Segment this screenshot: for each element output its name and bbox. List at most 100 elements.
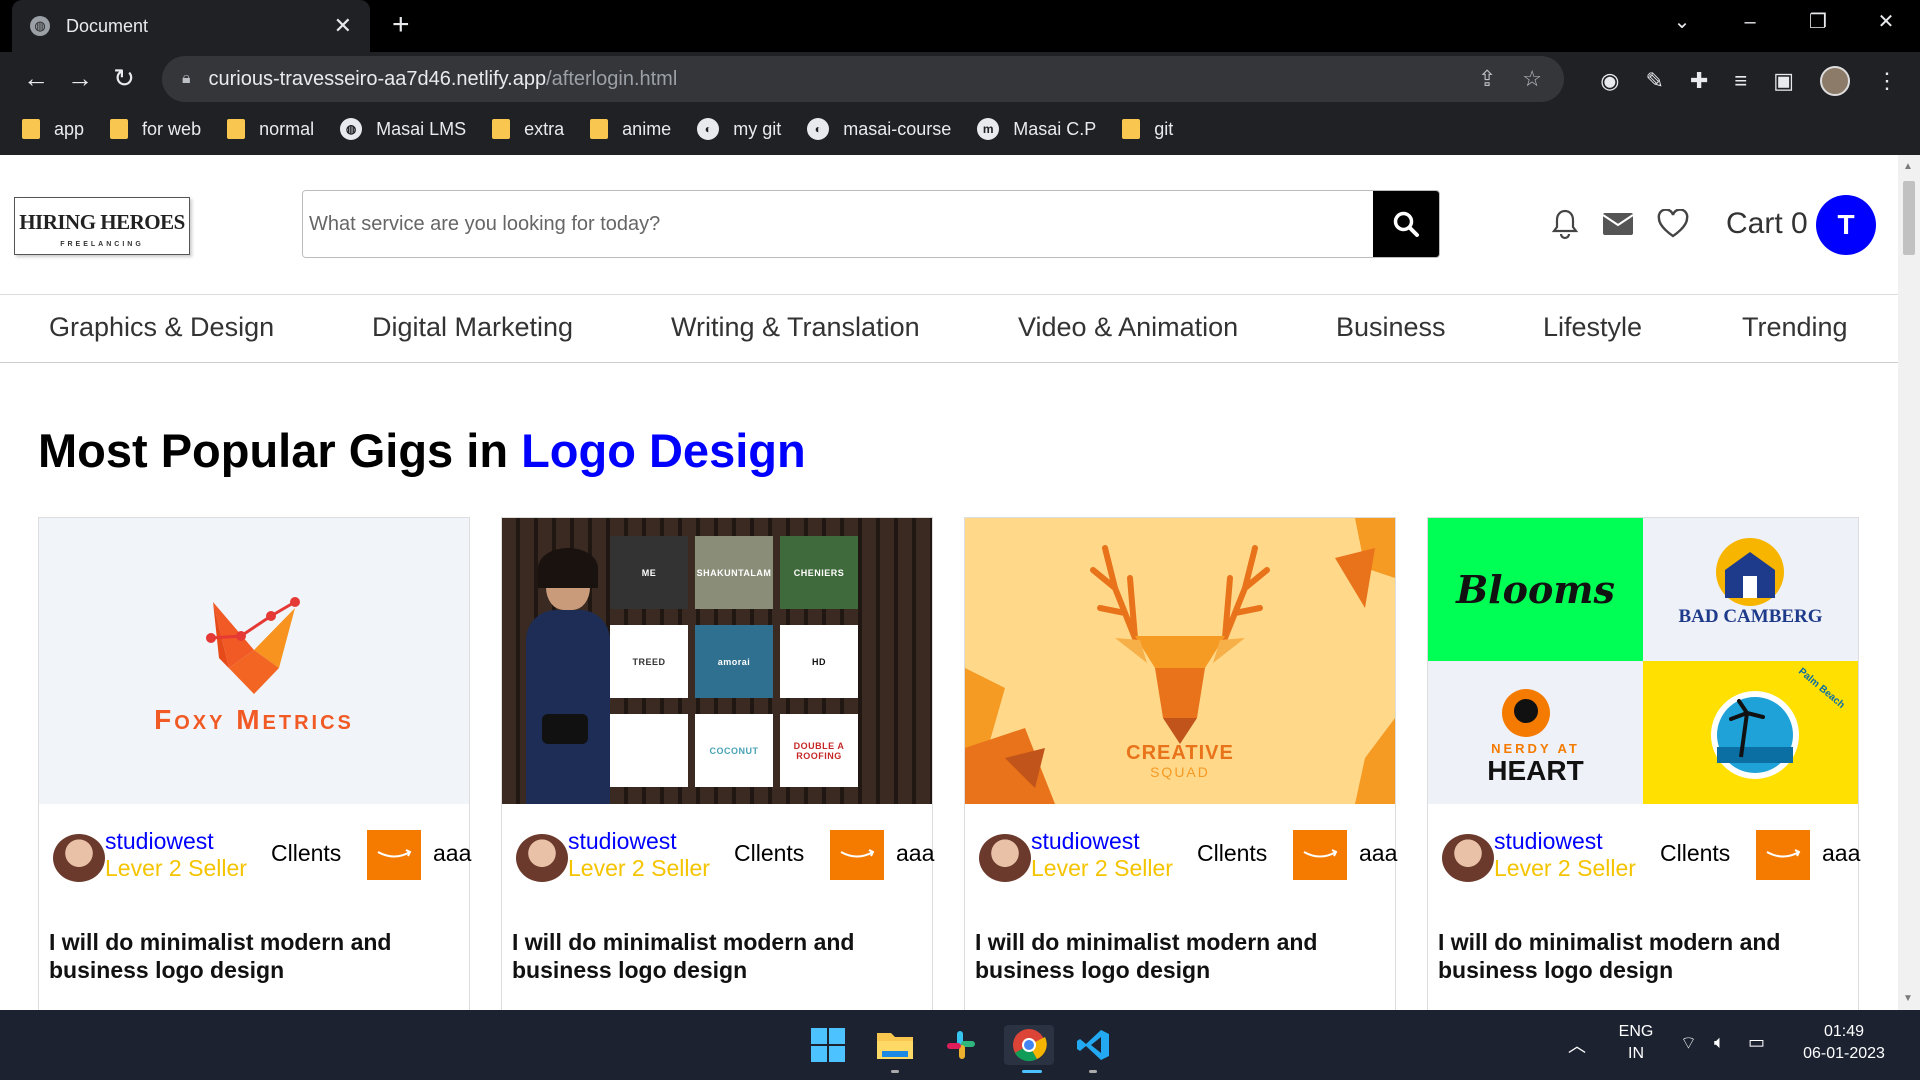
language-indicator[interactable]: ENG IN xyxy=(1616,1023,1656,1063)
seller-info: studiowest Lever 2 Seller Cllents aaa xyxy=(979,828,1397,884)
gig-image[interactable]: CREATIVE SQUAD xyxy=(965,518,1395,804)
clock-time: 01:49 xyxy=(1823,1023,1865,1040)
category-writing-translation[interactable]: Writing & Translation xyxy=(671,312,920,343)
chevron-down-icon[interactable]: ⌄ xyxy=(1648,0,1716,44)
bookmark-item[interactable]: app xyxy=(22,119,84,140)
bookmark-item[interactable]: anime xyxy=(590,119,671,140)
bookmark-star-icon[interactable]: ☆ xyxy=(1522,66,1542,92)
gig-card[interactable]: Blooms BAD CAMBERG NERDY AT HEART Palm B… xyxy=(1427,517,1860,1010)
close-tab-icon[interactable]: ✕ xyxy=(334,13,352,39)
gig-card[interactable]: ME SHAKUNTALAM CHENIERS TREED amorai HD COCONU… xyxy=(501,517,934,1010)
vscode-button[interactable] xyxy=(1071,1025,1115,1065)
category-video-animation[interactable]: Video & Animation xyxy=(1018,312,1238,343)
bad-camberg-text: BAD CAMBERG xyxy=(1678,606,1823,627)
restore-button[interactable]: ❐ xyxy=(1784,0,1852,44)
category-lifestyle[interactable]: Lifestyle xyxy=(1543,312,1642,343)
bookmarks-bar: app for web normal ◍ Masai LMS extra anime ◐ my … xyxy=(0,104,1920,154)
browser-toolbar: ← → ↻ 🔒︎ curious-travesseiro-aa7d46.netl… xyxy=(0,52,1920,104)
bookmark-label: extra xyxy=(524,118,565,139)
reload-button[interactable]: ↻ xyxy=(102,63,146,94)
amazon-logo-icon xyxy=(1293,830,1347,880)
search-button[interactable] xyxy=(1373,191,1439,257)
wifi-icon[interactable]: ⌔ xyxy=(1680,1032,1697,1055)
back-button[interactable]: ← xyxy=(14,63,58,94)
profile-avatar[interactable] xyxy=(1820,66,1850,96)
seller-name[interactable]: studiowest xyxy=(568,828,677,854)
bookmark-item[interactable]: ◐ my git xyxy=(697,118,781,140)
volume-icon[interactable]: 🔈︎ xyxy=(1714,1032,1725,1053)
category-graphics-design[interactable]: Graphics & Design xyxy=(49,312,274,343)
scroll-up-arrow-icon[interactable]: ▲ xyxy=(1903,161,1913,172)
bell-icon[interactable] xyxy=(1550,208,1580,240)
amazon-logo-icon xyxy=(1756,830,1810,880)
scrollbar-thumb[interactable] xyxy=(1903,181,1915,255)
lock-icon[interactable]: 🔒︎ xyxy=(182,70,191,88)
seller-name[interactable]: studiowest xyxy=(1494,828,1603,854)
scroll-down-arrow-icon[interactable]: ▼ xyxy=(1903,993,1913,1004)
bookmark-item[interactable]: ◐ masai-course xyxy=(807,118,951,140)
gig-card[interactable]: Foxy Metrics studiowest Lever 2 Seller C… xyxy=(38,517,472,1010)
chrome-button[interactable] xyxy=(1004,1025,1054,1065)
logo-tile: COCONUT xyxy=(695,714,773,787)
folder-icon xyxy=(1122,119,1141,139)
menu-icon[interactable]: ⋮ xyxy=(1876,68,1898,94)
seller-name[interactable]: studiowest xyxy=(105,828,214,854)
folder-icon xyxy=(22,119,40,139)
logo-quadrant: Blooms xyxy=(1428,518,1643,661)
gig-image[interactable]: Foxy Metrics xyxy=(39,518,469,804)
bookmark-label: Masai C.P xyxy=(1013,118,1097,139)
masai-icon: m xyxy=(977,118,1000,140)
seller-avatar[interactable] xyxy=(1442,834,1494,882)
section-title-highlight[interactable]: Logo Design xyxy=(521,424,806,477)
seller-avatar[interactable] xyxy=(979,834,1031,882)
folder-icon xyxy=(110,119,129,139)
bookmark-item[interactable]: ◍ Masai LMS xyxy=(340,118,466,140)
gig-image[interactable]: Blooms BAD CAMBERG NERDY AT HEART Palm B… xyxy=(1428,518,1858,804)
tray-chevron-up-icon[interactable]: ︿ xyxy=(1568,1032,1586,1058)
clients-label: Cllents xyxy=(734,840,805,866)
pen-extension-icon[interactable]: ✎ xyxy=(1645,68,1663,94)
vscode-icon xyxy=(1077,1030,1109,1060)
category-trending[interactable]: Trending xyxy=(1742,312,1848,343)
site-logo[interactable]: HIRING HEROES FREELANCING xyxy=(14,197,190,255)
clock[interactable]: 01:49 06-01-2023 xyxy=(1796,1023,1892,1063)
bookmark-item[interactable]: normal xyxy=(227,119,314,140)
sidepanel-icon[interactable]: ▣ xyxy=(1773,68,1794,94)
mail-icon[interactable] xyxy=(1602,211,1634,237)
user-avatar[interactable]: T xyxy=(1816,195,1876,255)
puzzle-icon[interactable]: ✚ xyxy=(1690,68,1708,94)
bookmark-item[interactable]: for web xyxy=(110,119,201,140)
close-window-button[interactable]: ✕ xyxy=(1852,0,1920,44)
file-explorer-button[interactable] xyxy=(873,1025,917,1065)
forward-button[interactable]: → xyxy=(58,63,102,94)
bookmark-item[interactable]: m Masai C.P xyxy=(977,118,1096,140)
category-digital-marketing[interactable]: Digital Marketing xyxy=(372,312,573,343)
seller-name[interactable]: studiowest xyxy=(1031,828,1140,854)
bookmark-item[interactable]: extra xyxy=(492,119,564,140)
search-input[interactable] xyxy=(303,191,1373,257)
start-button[interactable] xyxy=(806,1025,850,1065)
gig-title[interactable]: I will do minimalist modern and business… xyxy=(512,928,922,984)
minimize-button[interactable]: – xyxy=(1716,0,1784,44)
slack-button[interactable] xyxy=(939,1025,983,1065)
address-bar[interactable]: 🔒︎ curious-travesseiro-aa7d46.netlify.ap… xyxy=(162,56,1564,102)
battery-icon[interactable]: ▭ xyxy=(1748,1032,1765,1053)
gig-title[interactable]: I will do minimalist modern and business… xyxy=(49,928,459,984)
bookmark-item[interactable]: git xyxy=(1122,119,1173,140)
category-business[interactable]: Business xyxy=(1336,312,1446,343)
share-icon[interactable]: ⇪ xyxy=(1478,66,1496,92)
gig-image[interactable]: ME SHAKUNTALAM CHENIERS TREED amorai HD COCONU… xyxy=(502,518,932,804)
cart-link[interactable]: Cart 0 xyxy=(1726,207,1808,241)
client-name: aaa xyxy=(433,840,472,866)
seller-avatar[interactable] xyxy=(516,834,568,882)
gig-title[interactable]: I will do minimalist modern and business… xyxy=(975,928,1385,984)
heart-icon[interactable] xyxy=(1656,209,1690,239)
media-icon[interactable]: ≡ xyxy=(1734,68,1747,94)
new-tab-button[interactable]: + xyxy=(392,8,410,42)
page-scrollbar[interactable]: ▲ ▼ xyxy=(1898,155,1920,1010)
gig-title[interactable]: I will do minimalist modern and business… xyxy=(1438,928,1848,984)
browser-tab[interactable]: ◍ Document ✕ xyxy=(12,0,370,52)
seller-avatar[interactable] xyxy=(53,834,105,882)
gig-card[interactable]: CREATIVE SQUAD studiowest Lever 2 Seller… xyxy=(964,517,1397,1010)
extension-icon[interactable]: ◉ xyxy=(1600,68,1619,94)
